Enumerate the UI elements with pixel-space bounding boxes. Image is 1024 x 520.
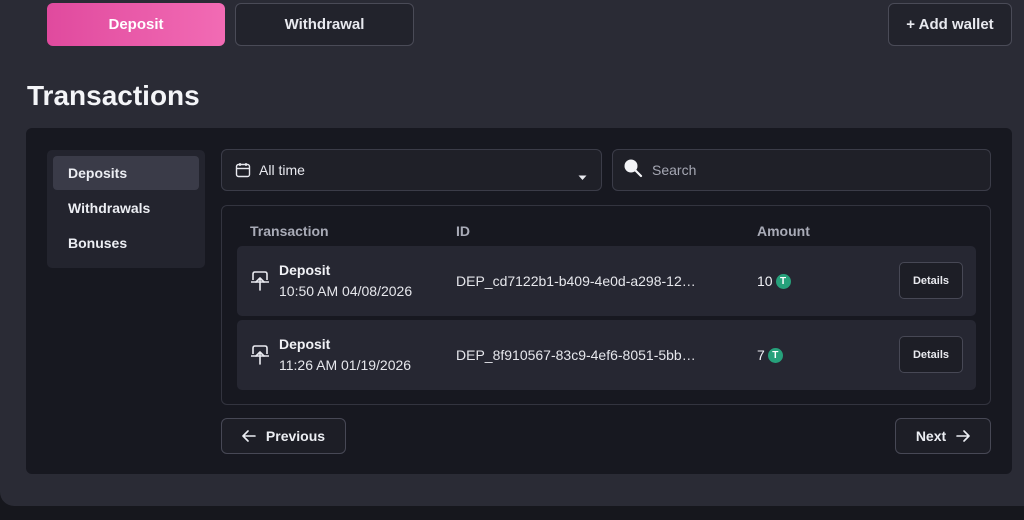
- amount-value: 10: [757, 273, 773, 289]
- column-header-amount: Amount: [757, 223, 810, 239]
- calendar-icon: [235, 162, 251, 178]
- table-row: Deposit 10:50 AM 04/08/2026 DEP_cd7122b1…: [237, 246, 976, 316]
- column-header-id: ID: [456, 223, 470, 239]
- arrow-left-icon: [242, 430, 256, 442]
- transaction-amount: 10 T: [757, 273, 791, 289]
- side-nav-item-bonuses[interactable]: Bonuses: [53, 226, 199, 260]
- previous-label: Previous: [265, 428, 326, 444]
- search-icon: [623, 158, 643, 183]
- next-page-button[interactable]: Next: [895, 418, 991, 454]
- deposit-upload-icon: [250, 270, 270, 297]
- next-label: Next: [915, 428, 947, 444]
- transaction-type: Deposit: [279, 262, 331, 278]
- side-nav-item-withdrawals[interactable]: Withdrawals: [53, 191, 199, 225]
- page-title: Transactions: [27, 80, 200, 111]
- details-button[interactable]: Details: [899, 262, 963, 299]
- transaction-type: Deposit: [279, 336, 331, 352]
- withdrawal-button[interactable]: Withdrawal: [235, 3, 414, 46]
- amount-value: 7: [757, 347, 765, 363]
- search-box: [612, 149, 991, 191]
- transactions-side-nav: Deposits Withdrawals Bonuses: [47, 150, 205, 268]
- tether-icon: T: [767, 347, 783, 363]
- date-range-value: All time: [259, 162, 305, 178]
- transactions-table: Transaction ID Amount Deposit 10:50 AM 0…: [221, 205, 991, 405]
- side-nav-item-deposits[interactable]: Deposits: [53, 156, 199, 190]
- tether-icon: T: [775, 273, 791, 289]
- chevron-down-icon: [578, 168, 587, 184]
- transaction-id: DEP_8f910567-83c9-4ef6-8051-5bb…: [456, 347, 696, 363]
- date-range-select[interactable]: All time: [221, 149, 602, 191]
- transaction-datetime: 11:26 AM 01/19/2026: [279, 357, 412, 373]
- arrow-right-icon: [956, 430, 970, 442]
- transaction-datetime: 10:50 AM 04/08/2026: [279, 283, 413, 299]
- deposit-upload-icon: [250, 344, 270, 371]
- transaction-amount: 7 T: [757, 347, 783, 363]
- details-button[interactable]: Details: [899, 336, 963, 373]
- add-wallet-button[interactable]: + Add wallet: [888, 3, 1012, 46]
- table-row: Deposit 11:26 AM 01/19/2026 DEP_8f910567…: [237, 320, 976, 390]
- deposit-button[interactable]: Deposit: [47, 3, 225, 46]
- previous-page-button[interactable]: Previous: [221, 418, 346, 454]
- search-input[interactable]: [652, 162, 972, 178]
- main-panel: Deposit Withdrawal + Add wallet Transact…: [0, 0, 1024, 506]
- column-header-transaction: Transaction: [250, 223, 329, 239]
- transaction-id: DEP_cd7122b1-b409-4e0d-a298-12…: [456, 273, 696, 289]
